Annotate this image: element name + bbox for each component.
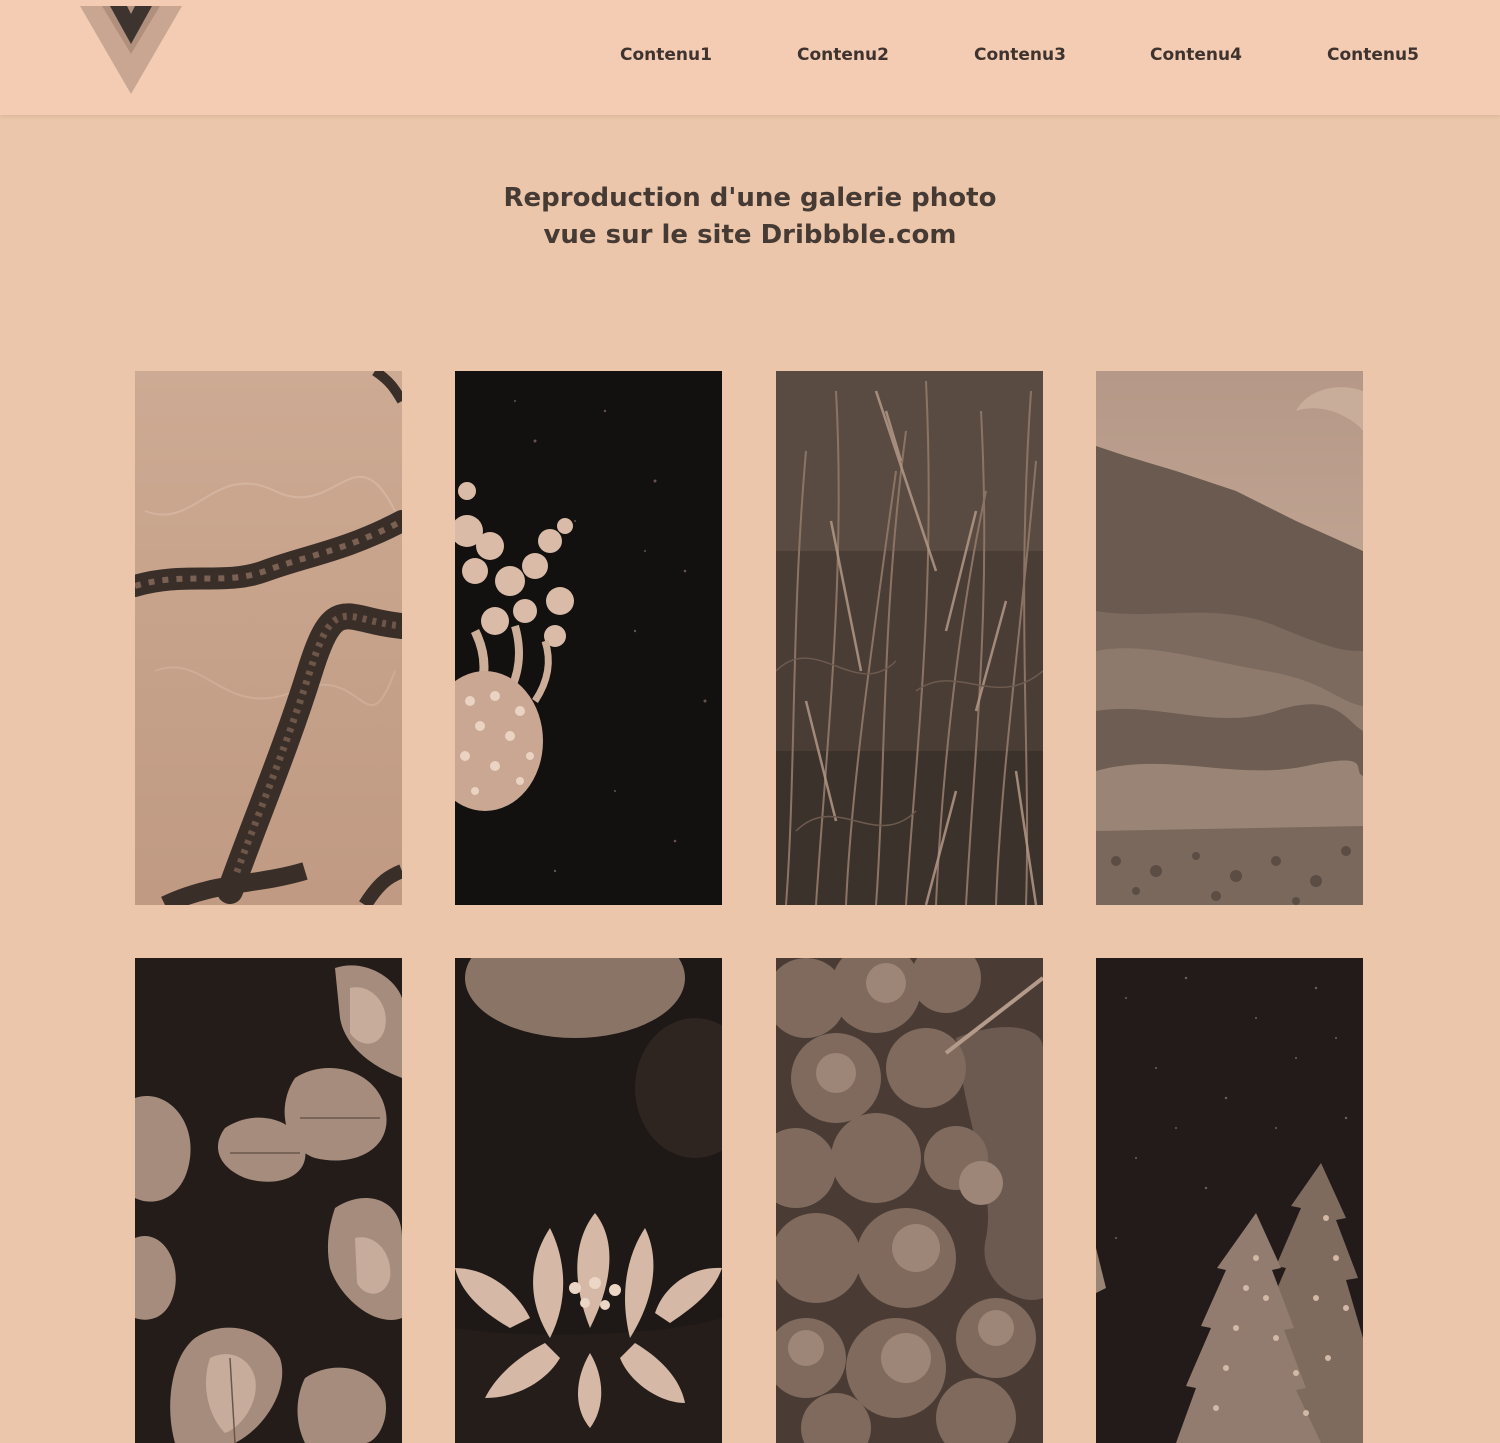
water-lily-photo [455, 958, 722, 1443]
gallery-photo-aerial-forest[interactable] [776, 958, 1043, 1443]
header-bar: Contenu1 Contenu2 Contenu3 Contenu4 Cont… [0, 0, 1500, 115]
pine-trees-night-sky-photo [1096, 958, 1363, 1443]
jellyfish-photo [455, 371, 722, 905]
v-triangle-logo-icon[interactable] [80, 6, 182, 96]
aerial-forest-photo [776, 958, 1043, 1443]
nav-item-contenu5[interactable]: Contenu5 [1327, 45, 1419, 65]
nav-item-contenu4[interactable]: Contenu4 [1150, 45, 1242, 65]
tall-grass-photo [776, 371, 1043, 905]
oak-leaves-photo [135, 958, 402, 1443]
branches-on-ice-photo [135, 371, 402, 905]
gallery-photo-tall-grass[interactable] [776, 371, 1043, 905]
gallery-photo-oak-leaves[interactable] [135, 958, 402, 1443]
gallery-photo-mountain-landscape[interactable] [1096, 371, 1363, 905]
gallery-photo-water-lily[interactable] [455, 958, 722, 1443]
nav-item-contenu1[interactable]: Contenu1 [620, 45, 712, 65]
gallery-photo-jellyfish[interactable] [455, 371, 722, 905]
mountain-landscape-photo [1096, 371, 1363, 905]
page-title-line-2: vue sur le site Dribbble.com [543, 220, 957, 250]
nav-item-contenu2[interactable]: Contenu2 [797, 45, 889, 65]
page-title: Reproduction d'une galerie photo vue sur… [0, 180, 1500, 254]
gallery-photo-pine-trees-night-sky[interactable] [1096, 958, 1363, 1443]
nav-item-contenu3[interactable]: Contenu3 [974, 45, 1066, 65]
gallery-photo-branches-on-ice[interactable] [135, 371, 402, 905]
page-title-line-1: Reproduction d'une galerie photo [503, 183, 997, 213]
